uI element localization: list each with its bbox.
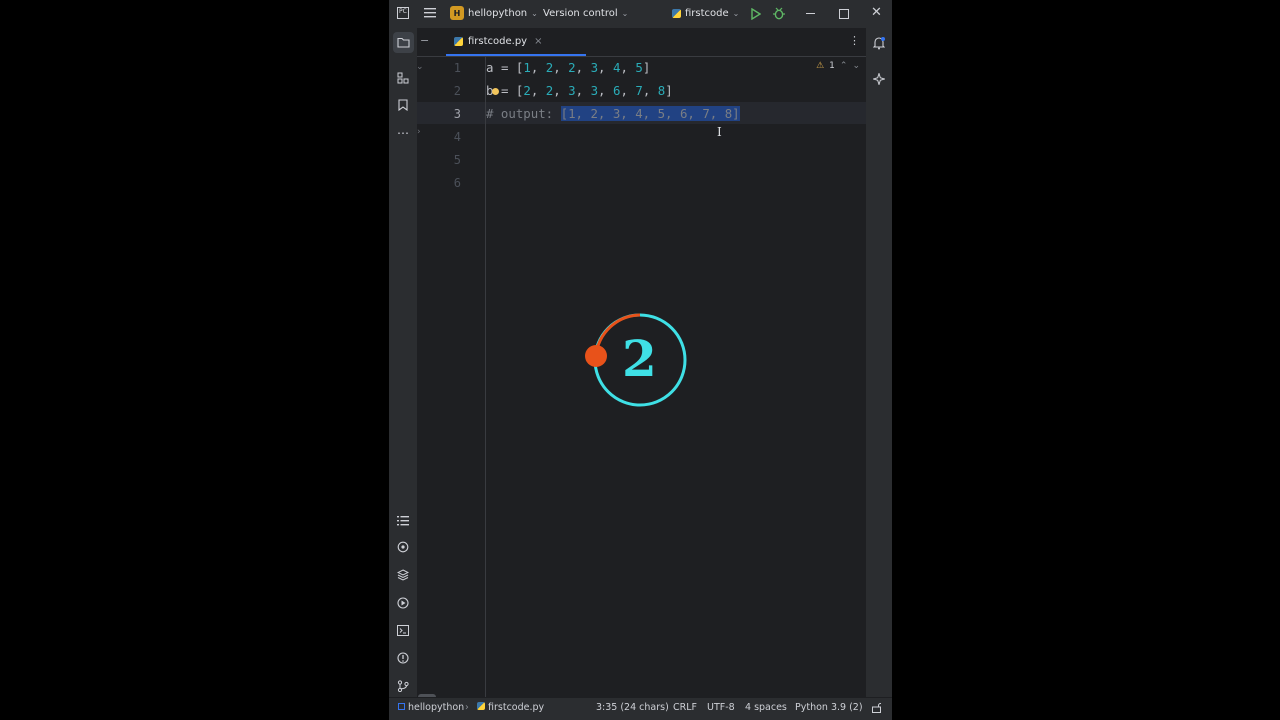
vcs-label: Version control xyxy=(543,8,618,19)
countdown-overlay: 2 xyxy=(582,310,692,410)
line-separator[interactable]: CRLF xyxy=(673,702,697,713)
run-config-widget[interactable]: firstcode ⌄ xyxy=(672,8,739,19)
minimize-icon[interactable] xyxy=(806,13,815,14)
chevron-down-icon: ⌄ xyxy=(732,9,740,18)
vcs-widget[interactable]: Version control ⌄ xyxy=(543,8,628,19)
services-icon[interactable] xyxy=(395,595,411,611)
chevron-down-icon[interactable]: ⌄ xyxy=(852,61,860,71)
python-file-icon xyxy=(477,702,485,710)
tab-label: firstcode.py xyxy=(468,35,528,47)
chevron-up-icon[interactable]: ⌃ xyxy=(840,61,848,71)
terminal-icon[interactable] xyxy=(395,622,411,638)
indent-setting[interactable]: 4 spaces xyxy=(745,702,787,713)
more-tools-icon[interactable]: ⋯ xyxy=(395,125,411,141)
lock-icon[interactable] xyxy=(872,703,883,716)
warning-icon: ⚠ xyxy=(816,61,825,71)
project-tool-button[interactable] xyxy=(393,32,414,53)
chevron-down-icon: ⌄ xyxy=(621,9,629,18)
structure-icon[interactable] xyxy=(395,70,411,86)
line-number: 2 xyxy=(453,84,461,98)
lightbulb-icon[interactable] xyxy=(492,88,499,95)
debug-icon[interactable] xyxy=(773,7,785,23)
line-number: 3 xyxy=(453,107,461,121)
editor-tabs: − firstcode.py × ⋮ xyxy=(417,28,866,57)
bookmarks-icon[interactable] xyxy=(395,97,411,113)
python-packages-icon[interactable] xyxy=(395,567,411,583)
code-line-2[interactable]: b = [2, 2, 3, 3, 6, 7, 8] xyxy=(486,83,673,98)
code-text: a = [1, 2, 2, 3, 4, 5] xyxy=(486,60,651,75)
title-bar: PC H hellopython ⌄ Version control ⌄ fir… xyxy=(389,0,892,28)
problems-icon[interactable] xyxy=(395,650,411,666)
module-icon xyxy=(398,703,405,710)
python-file-icon xyxy=(454,36,463,46)
project-widget[interactable]: H hellopython ⌄ xyxy=(450,6,538,20)
inspection-widget[interactable]: ⚠ 1 ⌃ ⌄ xyxy=(816,61,860,71)
code-line-3[interactable]: # output: [1, 2, 3, 4, 5, 6, 7, 8] xyxy=(486,106,740,121)
code-line-1[interactable]: a = [1, 2, 2, 3, 4, 5] xyxy=(486,60,650,75)
countdown-number: 2 xyxy=(622,329,657,388)
run-config-label: firstcode xyxy=(685,8,729,19)
close-icon[interactable]: ✕ xyxy=(871,5,882,20)
python-console-icon[interactable] xyxy=(395,539,411,555)
chevron-down-icon: ⌄ xyxy=(531,8,538,18)
status-bar: hellopython › firstcode.py 3:35 (24 char… xyxy=(389,697,892,720)
breadcrumb-project[interactable]: hellopython xyxy=(398,702,464,713)
text-cursor-icon: I xyxy=(717,125,722,139)
left-toolbar: ⋯ xyxy=(389,28,418,698)
run-icon[interactable] xyxy=(751,7,762,23)
project-badge: H xyxy=(450,6,464,20)
project-name: hellopython xyxy=(468,7,528,19)
tab-firstcode-py[interactable]: firstcode.py × xyxy=(446,28,586,56)
tab-close-icon[interactable]: × xyxy=(534,36,542,47)
folder-icon xyxy=(397,37,410,48)
tab-options-icon[interactable]: ⋮ xyxy=(849,34,860,47)
ai-assistant-icon[interactable] xyxy=(871,70,887,89)
tab-actions-icon[interactable]: − xyxy=(420,34,429,47)
file-encoding[interactable]: UTF-8 xyxy=(707,702,735,713)
app-logo-icon[interactable]: PC xyxy=(397,7,409,19)
right-toolbar xyxy=(866,28,892,698)
breadcrumb-file[interactable]: firstcode.py xyxy=(477,702,544,713)
line-number: 1 xyxy=(453,61,461,75)
python-icon xyxy=(672,9,681,18)
breadcrumb-separator: › xyxy=(465,702,469,713)
selected-text[interactable]: [1, 2, 3, 4, 5, 6, 7, 8] xyxy=(560,106,740,121)
comment-text: # output: xyxy=(486,106,561,121)
line-number: 5 xyxy=(453,153,461,167)
python-interpreter[interactable]: Python 3.9 (2) xyxy=(795,702,863,713)
code-text: b = [2, 2, 3, 3, 6, 7, 8] xyxy=(486,83,673,98)
caret-position[interactable]: 3:35 (24 chars) xyxy=(596,702,669,713)
git-branch-icon[interactable] xyxy=(395,678,411,694)
warning-count: 1 xyxy=(829,61,835,71)
main-menu-icon[interactable] xyxy=(424,6,436,20)
todo-list-icon[interactable] xyxy=(395,512,411,528)
line-number: 4 xyxy=(453,130,461,144)
maximize-icon[interactable] xyxy=(839,9,849,19)
line-number: 6 xyxy=(453,176,461,190)
notifications-icon[interactable] xyxy=(872,35,886,54)
